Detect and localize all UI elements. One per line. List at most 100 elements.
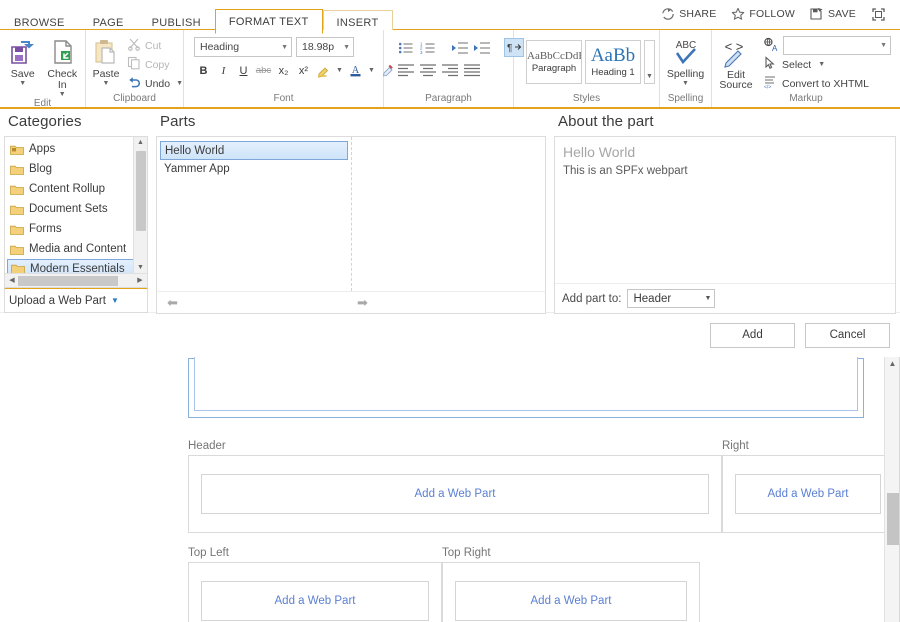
hscroll-track[interactable] [18,275,134,287]
scroll-right-arrow-icon[interactable]: ▶ [134,275,146,287]
bulleted-list-button[interactable] [396,38,416,57]
superscript-button[interactable]: x² [294,61,313,80]
style-heading-1[interactable]: AaBb Heading 1 [585,40,641,84]
folder-icon [10,144,24,155]
add-web-part-top-right-button[interactable]: Add a Web Part [455,581,687,621]
upload-web-part-link[interactable]: Upload a Web Part ▼ [9,295,119,307]
spelling-caret-icon[interactable]: ▼ [682,81,689,87]
add-web-part-top-left-button[interactable]: Add a Web Part [201,581,429,621]
highlight-color-button[interactable] [314,61,333,80]
rich-text-editor-field[interactable] [194,357,858,411]
categories-vertical-scrollbar[interactable]: ▲ ▼ [133,137,147,274]
save-command-label: SAVE [828,8,856,20]
category-item-blog[interactable]: Blog [7,159,147,179]
align-right-button[interactable] [440,60,460,79]
category-item-content-rollup[interactable]: Content Rollup [7,179,147,199]
undo-button[interactable]: Undo ▼ [124,74,186,93]
align-center-button[interactable] [418,60,438,79]
zone-label-right: Right [722,440,894,455]
folder-icon [10,244,24,255]
category-item-apps[interactable]: Apps [7,139,147,159]
add-web-part-header-button[interactable]: Add a Web Part [201,474,709,514]
category-item-document-sets[interactable]: Document Sets [7,199,147,219]
svg-text:</>: </> [764,85,771,90]
paste-button[interactable]: Paste ▼ [90,34,122,87]
page-scroll-up-arrow-icon[interactable]: ▲ [889,357,897,371]
scroll-thumb[interactable] [136,151,146,231]
edit-source-button[interactable]: < > Edit Source [716,35,756,90]
subscript-button[interactable]: x₂ [274,61,293,80]
font-size-select[interactable]: 18.98p ▼ [296,37,354,57]
focus-on-content-button[interactable] [865,4,892,25]
strikethrough-button[interactable]: abc [254,61,273,80]
cancel-button[interactable]: Cancel [805,323,890,348]
page-next-arrow-icon[interactable]: ➡ [357,295,368,311]
page-previous-arrow-icon[interactable]: ⬅ [167,295,178,311]
copy-button[interactable]: Copy [124,55,186,74]
font-color-caret-icon[interactable]: ▼ [368,68,375,74]
cut-button[interactable]: Cut [124,36,186,55]
add-button[interactable]: Add [710,323,795,348]
add-web-part-right-button[interactable]: Add a Web Part [735,474,881,514]
select-caret-icon[interactable]: ▼ [818,62,825,68]
web-part-zone-right: Right Add a Web Part [722,440,894,533]
save-command-button[interactable]: SAVE [804,4,862,24]
undo-caret-icon[interactable]: ▼ [176,81,183,87]
page-scroll-thumb[interactable] [887,493,899,545]
language-select[interactable]: ▼ [783,36,891,55]
style-paragraph[interactable]: AaBbCcDdE Paragraph [526,40,582,84]
category-item-modern-essentials[interactable]: Modern Essentials [7,259,147,273]
paste-caret-icon[interactable]: ▼ [103,81,110,87]
share-button[interactable]: SHARE [655,4,722,24]
spelling-button[interactable]: ABC Spelling ▼ [664,34,707,87]
paste-label: Paste [93,69,120,80]
sharepoint-page-edit-screen: BROWSE PAGE PUBLISH FORMAT TEXT INSERT S… [0,0,900,622]
save-caret-icon[interactable]: ▼ [19,81,26,87]
copy-label: Copy [145,59,170,71]
scroll-track[interactable] [134,149,148,262]
categories-horizontal-scrollbar[interactable]: ◀ ▶ [5,273,147,287]
check-in-button[interactable]: Check In ▼ [44,34,82,98]
part-item-hello-world[interactable]: Hello World [160,141,348,160]
scroll-up-arrow-icon[interactable]: ▲ [137,137,144,149]
parts-pane: Hello World Yammer App [157,137,545,291]
font-color-button[interactable]: A [346,61,365,80]
style-heading-1-name: Heading 1 [591,67,634,78]
font-family-select[interactable]: Heading ▼ [194,37,292,57]
folder-icon [10,204,24,215]
page-vertical-scrollbar[interactable]: ▲ [884,357,900,622]
category-label: Modern Essentials [30,263,125,274]
hscroll-thumb[interactable] [18,276,118,286]
category-item-forms[interactable]: Forms [7,219,147,239]
group-label-font: Font [188,93,379,107]
underline-button[interactable]: U [234,61,253,80]
about-panel: Hello World This is an SPFx webpart Add … [554,136,896,314]
zone-box-right: Add a Web Part [722,455,894,533]
follow-button[interactable]: FOLLOW [725,4,801,24]
scroll-left-arrow-icon[interactable]: ◀ [6,275,18,287]
parts-column-right [352,137,546,291]
parts-title: Parts [156,111,546,136]
align-left-button[interactable] [396,60,416,79]
rich-text-editor-zone[interactable] [188,358,864,418]
align-justify-button[interactable] [462,60,482,79]
tab-format-text[interactable]: FORMAT TEXT [215,9,323,34]
bold-button[interactable]: B [194,61,213,80]
categories-listbox[interactable]: Apps Blog Content Rollup [4,136,148,288]
category-item-media-and-content[interactable]: Media and Content [7,239,147,259]
styles-more-button[interactable]: ▼ [644,40,655,84]
chevron-down-icon: ▼ [705,295,712,302]
save-ribbon-button[interactable]: Save ▼ [4,34,42,87]
add-part-to-select[interactable]: Header ▼ [627,289,715,308]
check-in-label: Check In [45,69,81,91]
page-scroll-track[interactable] [885,371,900,622]
parts-listbox[interactable]: Hello World Yammer App ⬅ ➡ [156,136,546,314]
part-item-yammer-app[interactable]: Yammer App [160,160,348,179]
convert-xhtml-label: Convert to XHTML [782,78,869,90]
zone-label-top-left: Top Left [188,547,442,562]
decrease-indent-button[interactable] [450,38,470,57]
highlight-caret-icon[interactable]: ▼ [336,68,343,74]
italic-button[interactable]: I [214,61,233,80]
increase-indent-button[interactable] [472,38,492,57]
numbered-list-button[interactable]: 123 [418,38,438,57]
